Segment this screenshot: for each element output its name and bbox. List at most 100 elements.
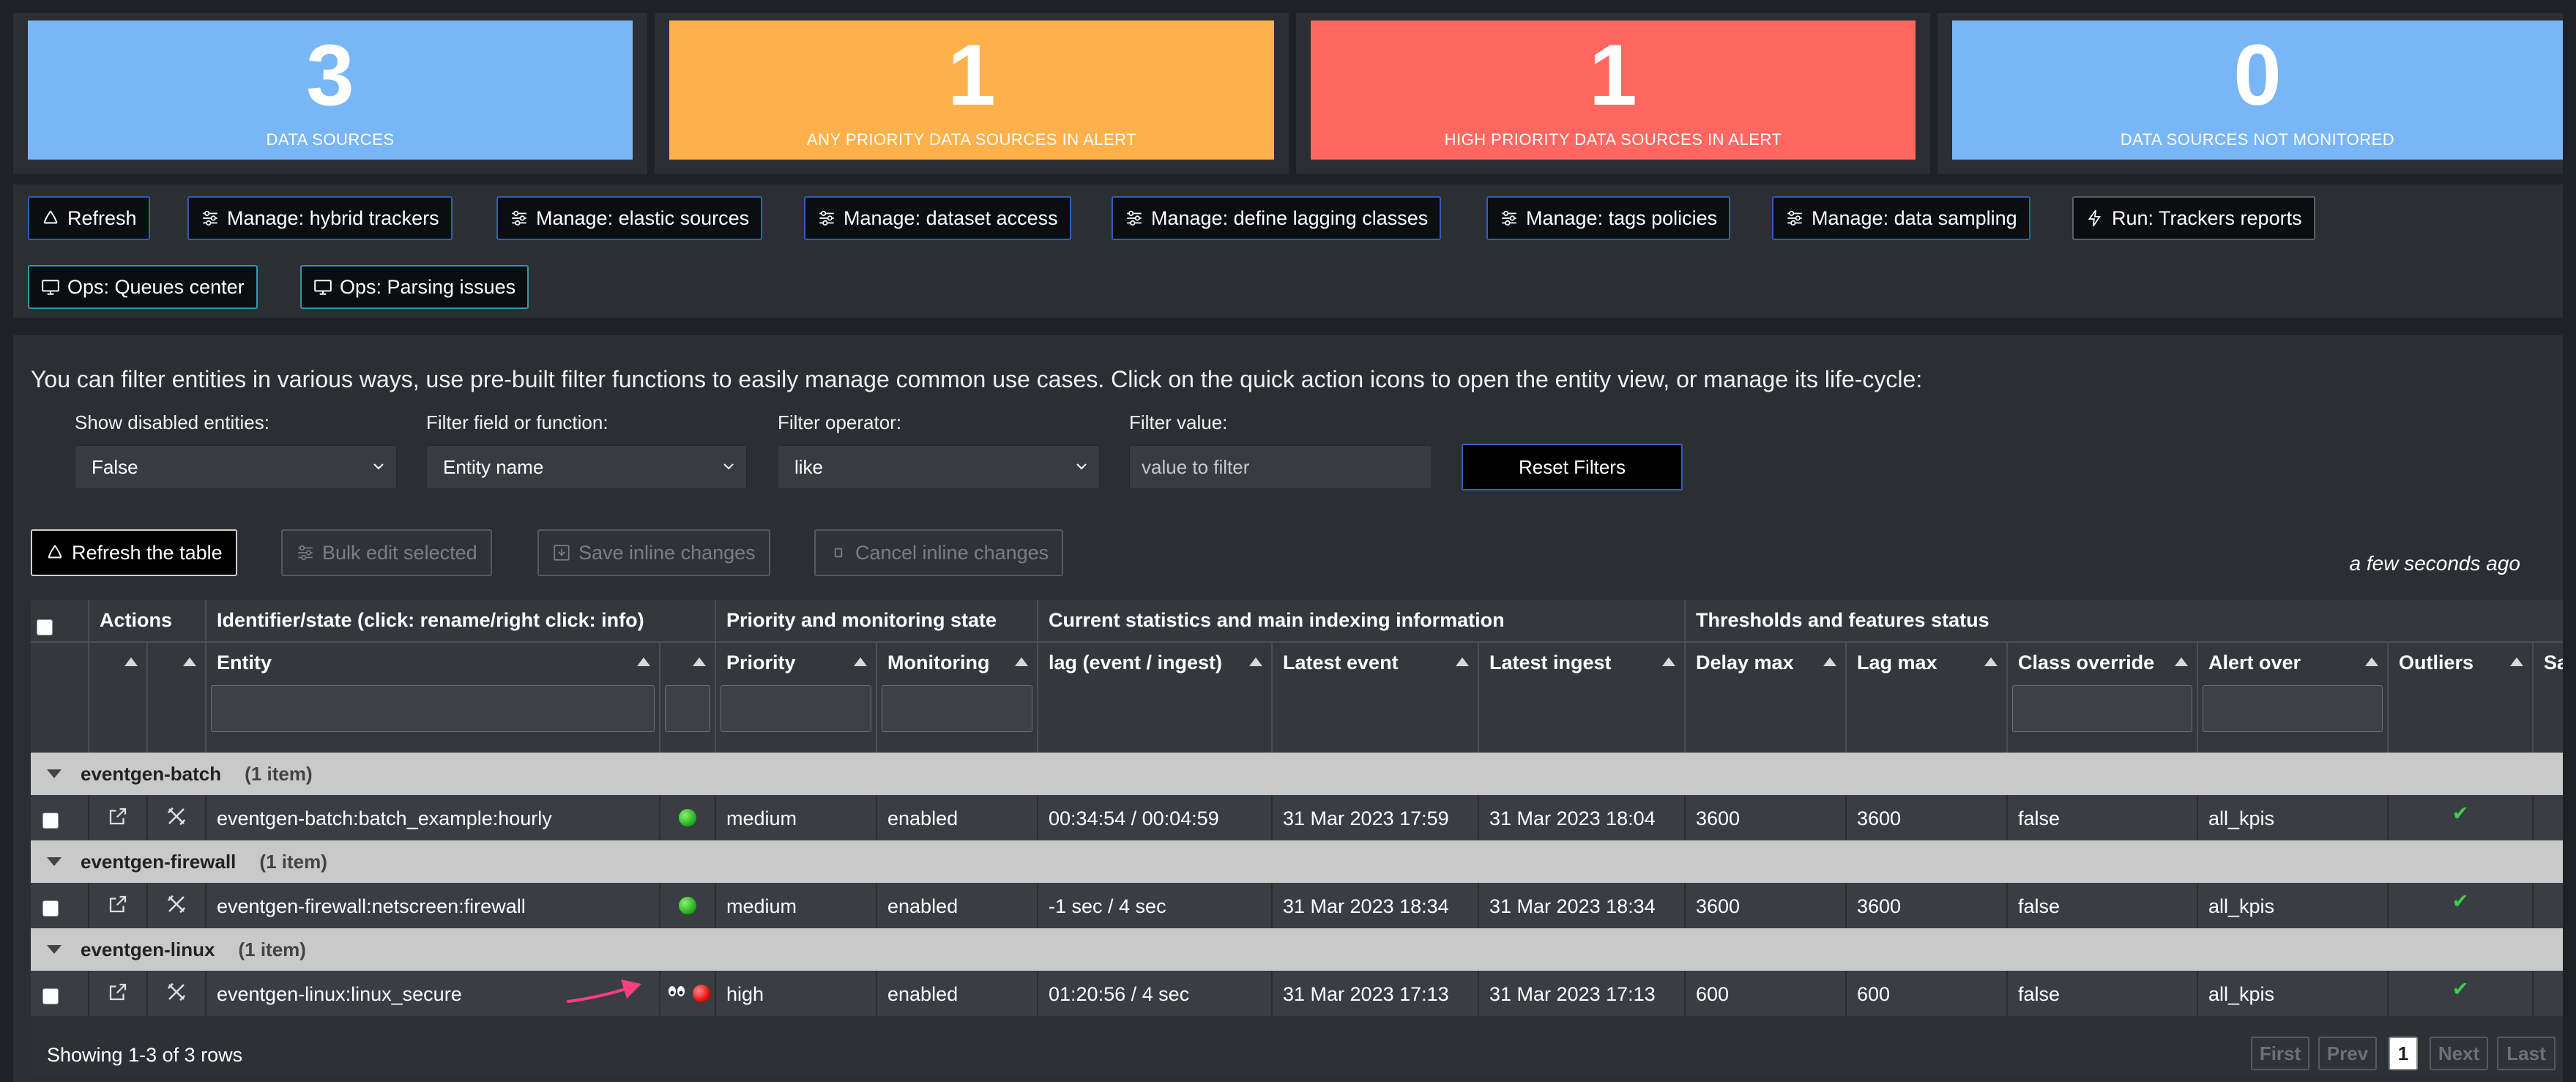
row-checkbox[interactable] — [42, 988, 59, 1004]
collapse-caret-icon[interactable] — [47, 857, 62, 866]
sort-asc-icon[interactable] — [2175, 657, 2188, 666]
select-all-checkbox[interactable] — [37, 619, 53, 635]
column-header-latest-event[interactable]: Latest event — [1273, 643, 1479, 753]
sort-asc-icon[interactable] — [1984, 657, 1998, 666]
manage-lagging-classes-button[interactable]: Manage: define lagging classes — [1112, 196, 1442, 240]
filter-value-input[interactable]: value to filter — [1129, 445, 1432, 489]
column-header-class-override[interactable]: Class override — [2008, 643, 2198, 753]
alert-over-cell[interactable]: all_kpis — [2198, 883, 2389, 928]
lag-max-cell[interactable]: 3600 — [1847, 795, 2008, 840]
manage-dataset-access-button[interactable]: Manage: dataset access — [804, 196, 1071, 240]
alert-over-column-filter-input[interactable] — [2203, 685, 2383, 732]
ops-queues-center-button[interactable]: Ops: Queues center — [28, 265, 258, 309]
manage-data-sampling-button[interactable]: Manage: data sampling — [1772, 196, 2030, 240]
manage-tags-policies-button[interactable]: Manage: tags policies — [1486, 196, 1731, 240]
sort-asc-icon[interactable] — [2510, 657, 2523, 666]
column-header-monitoring[interactable]: Monitoring — [877, 643, 1038, 753]
lag-max-cell[interactable]: 600 — [1847, 971, 2008, 1016]
manage-hybrid-trackers-button[interactable]: Manage: hybrid trackers — [187, 196, 453, 240]
delay-max-cell[interactable]: 3600 — [1686, 883, 1847, 928]
column-header-priority[interactable]: Priority — [716, 643, 877, 753]
entity-cell[interactable]: eventgen-firewall:netscreen:firewall — [206, 883, 660, 928]
delay-max-cell[interactable]: 600 — [1686, 971, 1847, 1016]
last-page-button[interactable]: Last — [2497, 1037, 2555, 1070]
external-link-icon[interactable] — [107, 805, 129, 827]
sort-asc-icon[interactable] — [693, 657, 706, 666]
delay-max-cell[interactable]: 3600 — [1686, 795, 1847, 840]
tools-icon[interactable] — [165, 981, 187, 1003]
prev-page-button[interactable]: Prev — [2318, 1037, 2377, 1070]
refresh-table-button[interactable]: Refresh the table — [31, 529, 237, 576]
external-link-icon[interactable] — [107, 981, 129, 1003]
table-row[interactable]: eventgen-batch:batch_example:hourly medi… — [31, 795, 2563, 840]
group-row-eventgen-firewall[interactable]: eventgen-firewall (1 item) — [31, 840, 2563, 883]
column-header-latest-ingest[interactable]: Latest ingest — [1479, 643, 1686, 753]
kpi-tile[interactable]: 1 ANY PRIORITY DATA SOURCES IN ALERT — [669, 20, 1274, 160]
lag-max-cell[interactable]: 3600 — [1847, 883, 2008, 928]
filter-field-select[interactable]: Entity name — [426, 445, 747, 489]
tools-icon[interactable] — [165, 805, 187, 827]
priority-cell[interactable]: medium — [716, 795, 877, 840]
alert-over-cell[interactable]: all_kpis — [2198, 795, 2389, 840]
sort-asc-icon[interactable] — [1662, 657, 1675, 666]
monitoring-cell[interactable]: enabled — [877, 971, 1038, 1016]
alert-over-cell[interactable]: all_kpis — [2198, 971, 2389, 1016]
reset-filters-button[interactable]: Reset Filters — [1462, 444, 1683, 490]
tools-icon[interactable] — [165, 893, 187, 915]
filter-operator-select[interactable]: like — [778, 445, 1100, 489]
column-header-delay-max[interactable]: Delay max — [1686, 643, 1847, 753]
class-override-cell[interactable]: false — [2008, 795, 2198, 840]
sort-asc-icon[interactable] — [183, 657, 196, 666]
group-row-eventgen-batch[interactable]: eventgen-batch (1 item) — [31, 753, 2563, 795]
state-cell[interactable] — [660, 883, 716, 928]
priority-column-filter-input[interactable] — [721, 685, 871, 732]
row-checkbox[interactable] — [42, 813, 59, 829]
priority-cell[interactable]: high — [716, 971, 877, 1016]
state-column-filter-input[interactable] — [665, 685, 710, 732]
group-row-eventgen-linux[interactable]: eventgen-linux (1 item) — [31, 928, 2563, 971]
manage-elastic-sources-button[interactable]: Manage: elastic sources — [496, 196, 763, 240]
monitoring-column-filter-input[interactable] — [882, 685, 1032, 732]
save-inline-changes-button[interactable]: Save inline changes — [537, 529, 770, 576]
sort-asc-icon[interactable] — [1823, 657, 1836, 666]
sort-asc-icon[interactable] — [1249, 657, 1262, 666]
bulk-edit-button[interactable]: Bulk edit selected — [281, 529, 492, 576]
cancel-inline-changes-button[interactable]: Cancel inline changes — [814, 529, 1064, 576]
column-header-state[interactable] — [660, 643, 716, 753]
entity-column-filter-input[interactable] — [211, 685, 655, 732]
refresh-button[interactable]: Refresh — [28, 196, 150, 240]
column-header-lag-max[interactable]: Lag max — [1847, 643, 2008, 753]
ops-parsing-issues-button[interactable]: Ops: Parsing issues — [300, 265, 529, 309]
sort-asc-icon[interactable] — [854, 657, 867, 666]
external-link-icon[interactable] — [107, 893, 129, 915]
class-override-cell[interactable]: false — [2008, 971, 2198, 1016]
sort-asc-icon[interactable] — [1456, 657, 1469, 666]
column-header-lag[interactable]: lag (event / ingest) — [1038, 643, 1273, 753]
class-override-column-filter-input[interactable] — [2012, 685, 2192, 732]
column-header-entity[interactable]: Entity — [206, 643, 660, 753]
sort-asc-icon[interactable] — [1015, 657, 1028, 666]
column-header-outliers[interactable]: Outliers — [2389, 643, 2534, 753]
column-header-open[interactable] — [89, 643, 148, 753]
monitoring-cell[interactable]: enabled — [877, 883, 1038, 928]
sort-asc-icon[interactable] — [2365, 657, 2378, 666]
monitoring-cell[interactable]: enabled — [877, 795, 1038, 840]
entity-cell[interactable]: eventgen-batch:batch_example:hourly — [206, 795, 660, 840]
kpi-tile[interactable]: 0 DATA SOURCES NOT MONITORED — [1952, 20, 2563, 160]
priority-cell[interactable]: medium — [716, 883, 877, 928]
column-header-alert-over[interactable]: Alert over — [2198, 643, 2389, 753]
table-row[interactable]: eventgen-linux:linux_secure high enabled… — [31, 971, 2563, 1016]
sort-asc-icon[interactable] — [637, 657, 650, 666]
table-row[interactable]: eventgen-firewall:netscreen:firewall med… — [31, 883, 2563, 928]
class-override-cell[interactable]: false — [2008, 883, 2198, 928]
current-page-button[interactable]: 1 — [2389, 1037, 2418, 1070]
run-trackers-reports-button[interactable]: Run: Trackers reports — [2072, 196, 2315, 240]
first-page-button[interactable]: First — [2251, 1037, 2309, 1070]
kpi-tile[interactable]: 3 DATA SOURCES — [28, 20, 633, 160]
collapse-caret-icon[interactable] — [47, 945, 62, 954]
sort-asc-icon[interactable] — [124, 657, 138, 666]
state-cell[interactable] — [660, 795, 716, 840]
collapse-caret-icon[interactable] — [47, 769, 62, 778]
next-page-button[interactable]: Next — [2430, 1037, 2488, 1070]
show-disabled-select[interactable]: False — [75, 445, 397, 489]
